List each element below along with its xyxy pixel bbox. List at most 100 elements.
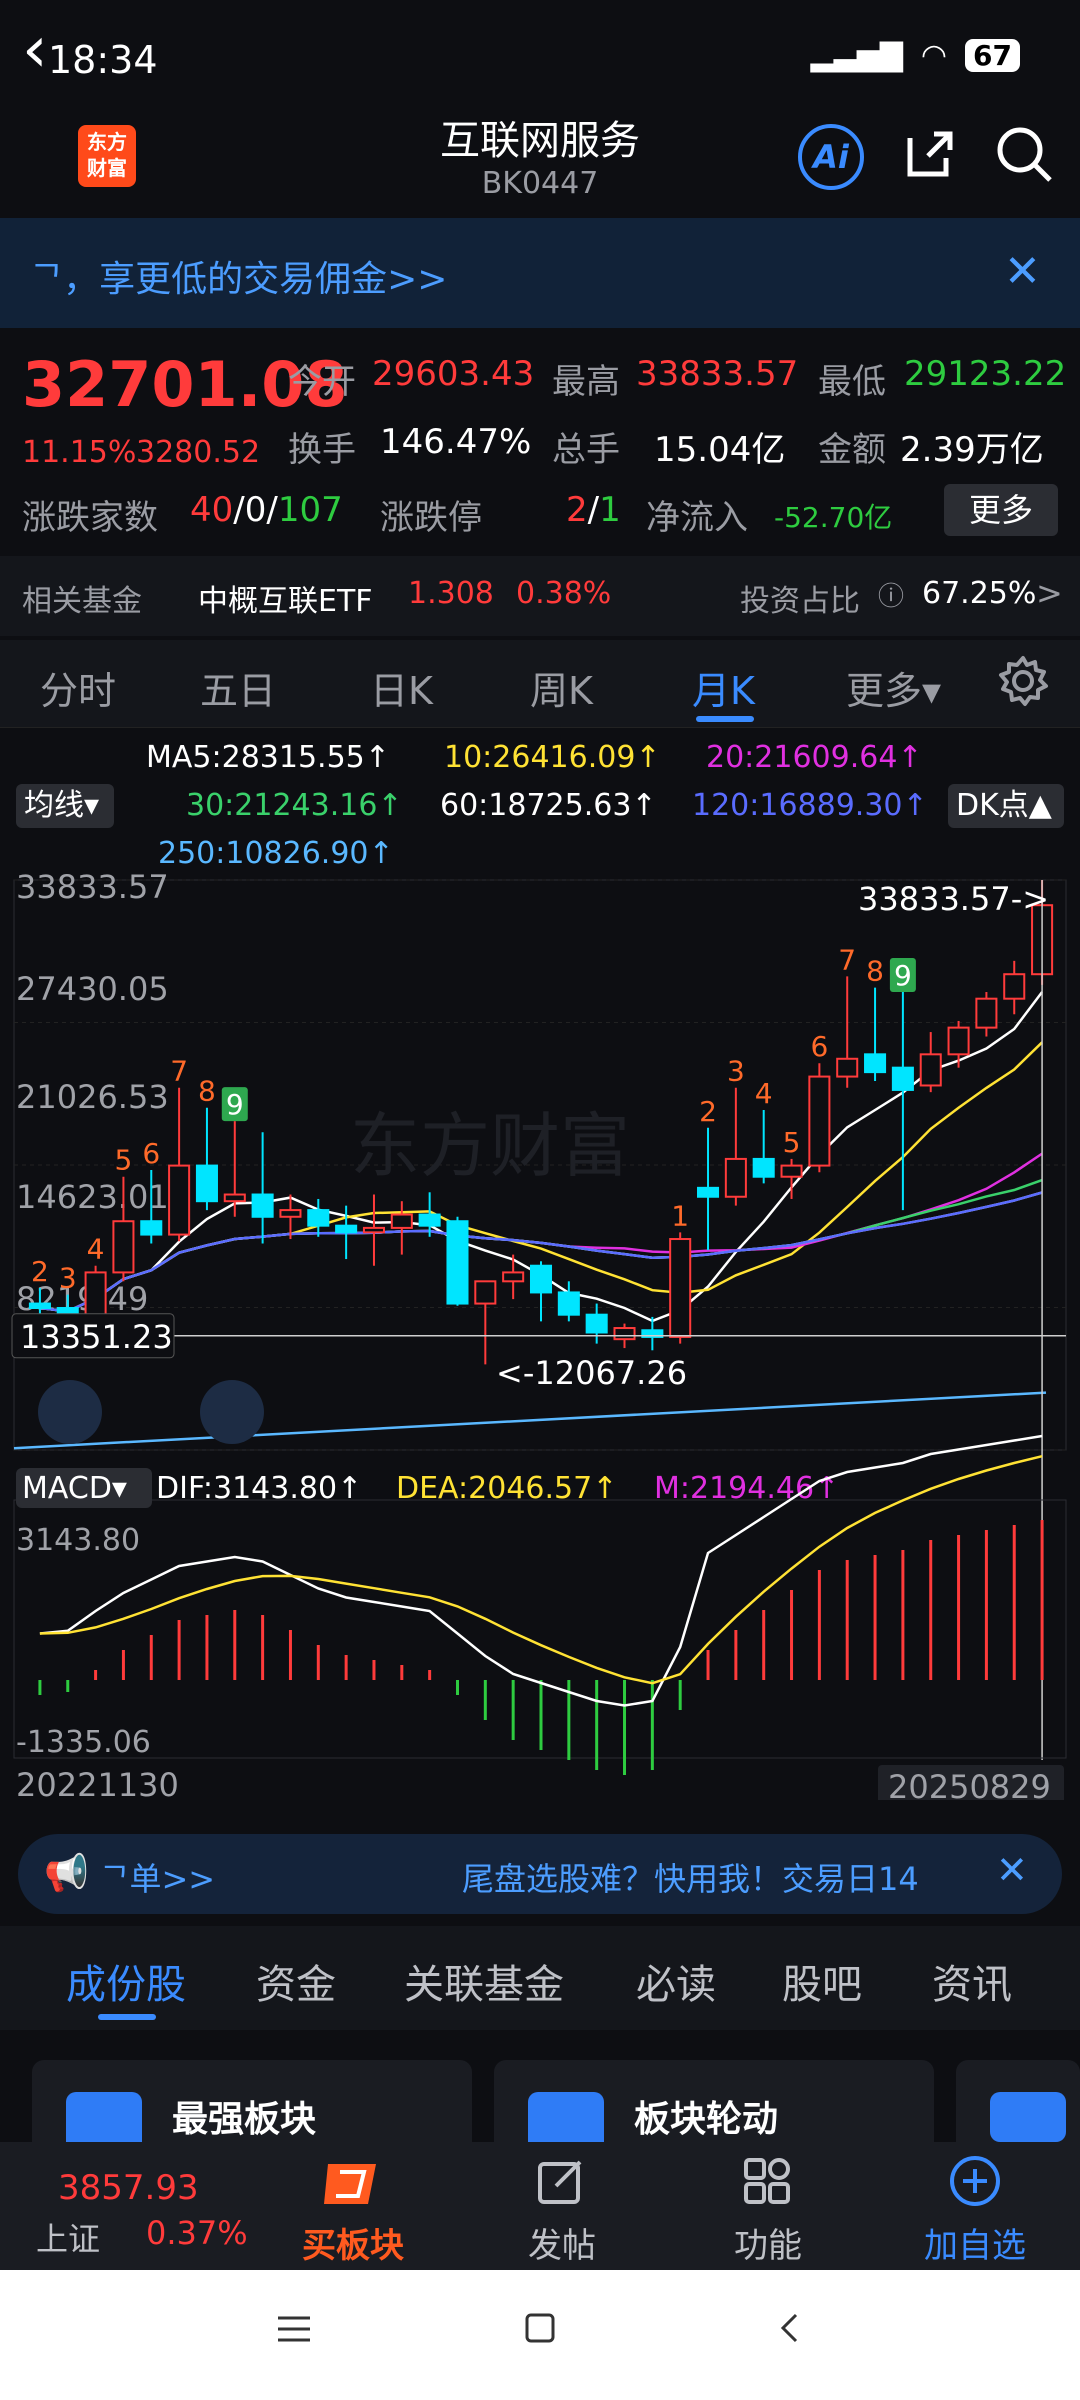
tab-must-read[interactable]: 必读 (636, 1952, 716, 2010)
active-tab-indicator (98, 2014, 156, 2020)
share-icon[interactable] (900, 124, 960, 184)
help-icon[interactable]: ⓘ (878, 576, 904, 613)
ad-text[interactable]: 尾盘选股难？快用我！交易日14 (462, 1854, 919, 1900)
ad-text-left[interactable]: ᄀ单>> (100, 1854, 215, 1900)
megaphone-icon: 📢 (44, 1853, 89, 1894)
tab-funds[interactable]: 资金 (256, 1952, 336, 2010)
volume-label: 总手 (552, 430, 620, 470)
search-icon[interactable] (994, 124, 1054, 184)
sequence-number: 3 (727, 1055, 745, 1088)
close-icon[interactable]: ✕ (996, 1848, 1028, 1892)
tab-forum[interactable]: 股吧 (782, 1952, 862, 2010)
high-label: 最高 (552, 362, 620, 402)
macd-label: MACD▾ (22, 1471, 127, 1506)
back-nav-icon[interactable] (778, 2312, 802, 2348)
tab-monthly-k[interactable]: 月K (692, 660, 755, 715)
ma250-label: 250:10826.90↑ (158, 836, 394, 871)
close-icon[interactable]: ✕ (1004, 246, 1041, 297)
ratio-label: 投资占比 (740, 584, 860, 619)
candle (307, 1209, 330, 1227)
sequence-number: 9 (226, 1088, 244, 1121)
tab-constituents[interactable]: 成份股 (66, 1952, 186, 2010)
candle (975, 997, 998, 1029)
ma20-label: 20:21609.64↑ (706, 740, 923, 775)
dk-point-button[interactable]: DK点▲ (948, 784, 1064, 828)
volume-value: 15.04亿 (654, 430, 786, 470)
candle (891, 1066, 914, 1091)
candle (1003, 973, 1026, 1000)
sequence-number: 5 (115, 1144, 133, 1177)
post-icon[interactable] (536, 2156, 586, 2210)
settings-icon[interactable] (996, 654, 1050, 712)
candle (529, 1264, 553, 1294)
fund-name[interactable]: 中概互联ETF (198, 576, 373, 620)
sequence-number: 7 (170, 1055, 188, 1088)
sequence-number: 5 (783, 1126, 801, 1159)
active-tab-indicator (696, 716, 754, 722)
candle (557, 1291, 580, 1316)
add-watchlist-icon[interactable] (948, 2154, 1002, 2212)
tab-weekly-k[interactable]: 周K (530, 660, 593, 715)
ma60-label: 60:18725.63↑ (440, 788, 657, 823)
candle (697, 1186, 720, 1198)
candle (947, 1026, 970, 1056)
ma5-label: MA5:28315.55↑ (146, 740, 390, 775)
card-title: 板块轮动 (634, 2099, 779, 2140)
limit-counts: 2/1 (566, 490, 621, 530)
ma-dropdown[interactable]: 均线▾ (16, 784, 114, 828)
up-count: 40 (190, 490, 234, 530)
candle (362, 1226, 385, 1234)
candle (474, 1280, 497, 1305)
y-axis-label: 27430.05 (16, 970, 169, 1008)
post-button[interactable]: 发帖 (528, 2218, 596, 2267)
ma30-label: 30:21243.16↑ (186, 788, 403, 823)
candle (28, 1302, 51, 1310)
down-count: 107 (277, 490, 343, 530)
tab-daily-k[interactable]: 日K (370, 660, 433, 715)
amount-label: 金额 (818, 430, 886, 470)
function-button[interactable]: 功能 (734, 2218, 802, 2267)
promo-banner-text[interactable]: ᄀ，享更低的交易佣金>> (30, 250, 447, 302)
buy-board-icon[interactable] (318, 2156, 388, 2212)
watermark: 东方财富 (350, 1105, 630, 1187)
home-icon[interactable] (524, 2312, 556, 2348)
candle (864, 1053, 887, 1074)
fund-label: 相关基金 (22, 584, 142, 619)
function-icon[interactable] (742, 2156, 792, 2210)
candle (168, 1164, 191, 1236)
layers-icon (990, 2092, 1066, 2142)
candle (335, 1224, 358, 1234)
chevron-right-icon[interactable]: > (1036, 574, 1063, 612)
tab-more[interactable]: 更多▾ (846, 660, 941, 715)
m-label: M:2194.46↑ (654, 1471, 839, 1506)
limit-label: 涨跌停 (380, 498, 482, 538)
sequence-number: 7 (838, 943, 856, 976)
fund-pct: 0.38% (516, 576, 612, 611)
buy-board-button[interactable]: 买板块 (302, 2218, 404, 2267)
candle (752, 1157, 775, 1178)
signal-icon: ▂▃▅▇ (810, 38, 903, 73)
limit-down-count: 1 (599, 490, 621, 530)
tab-news[interactable]: 资讯 (932, 1952, 1012, 2010)
ma10-label: 10:26416.09↑ (444, 740, 661, 775)
low-label: 最低 (818, 362, 886, 402)
turnover-label: 换手 (288, 430, 356, 470)
ai-button[interactable]: Ai (798, 124, 864, 190)
tab-five-day[interactable]: 五日 (200, 660, 276, 715)
back-button[interactable]: ‹ (22, 10, 82, 90)
inflow-label: 净流入 (646, 498, 748, 538)
candle (446, 1220, 469, 1305)
tab-minute[interactable]: 分时 (40, 660, 116, 715)
kline-chart[interactable]: 东方财富 33833.57 27430.05 21026.53 14623.01 8 2 1 9… (0, 870, 1080, 1800)
candle (502, 1271, 525, 1283)
tab-related-funds[interactable]: 关联基金 (404, 1952, 564, 2010)
more-button[interactable]: 更多 (944, 484, 1058, 536)
menu-icon[interactable] (276, 2314, 312, 2348)
candle (279, 1209, 302, 1218)
add-watchlist-button[interactable]: 加自选 (924, 2218, 1026, 2267)
change-value: 3280.52 (136, 435, 261, 470)
min-annotation: <-12067.26 (496, 1354, 687, 1392)
fund-price: 1.308 (408, 576, 494, 611)
updown-counts: 40/0/107 (190, 490, 343, 530)
sequence-number: 2 (31, 1255, 49, 1288)
